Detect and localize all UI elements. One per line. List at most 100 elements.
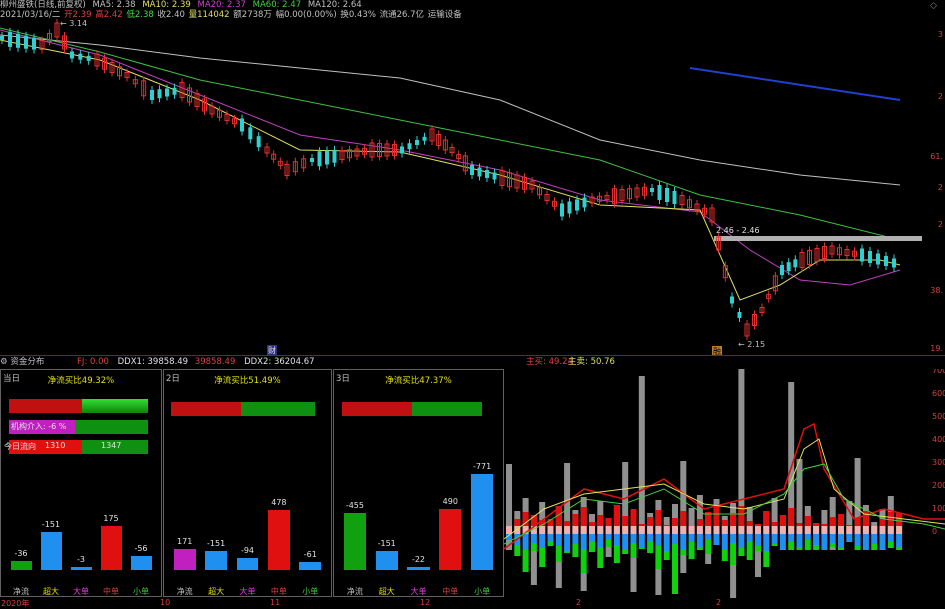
flow-axis-tick: 0 [932, 527, 937, 536]
flow-blue-bar [663, 534, 670, 551]
fund-category-label: 中单 [270, 587, 287, 596]
flow-pink-bar [580, 526, 587, 534]
flow-pink-bar [564, 526, 571, 534]
flow-green-bar [572, 544, 579, 557]
flow-blue-bar [647, 534, 654, 541]
flow-blue-bar [539, 534, 546, 548]
time-tick: 10 [160, 598, 171, 607]
candle-body [737, 312, 742, 318]
marker-cai: 财 [268, 345, 276, 355]
fund-bar [70, 567, 92, 570]
flow-pink-bar [589, 526, 595, 534]
flow-gray-down [680, 555, 687, 573]
candle-body [485, 170, 489, 178]
flow-axis-tick: 100 [932, 504, 945, 513]
fund-dist-title[interactable]: 资金分布 [10, 357, 44, 367]
flow-green-bar [705, 540, 712, 554]
flow-blue-bar [896, 534, 903, 547]
flow-blue-bar [779, 534, 786, 549]
time-tick: 2020年 [1, 599, 30, 608]
fund-category-label: 中单 [442, 587, 459, 596]
flow-pink-bar [779, 526, 786, 534]
fund-bar [173, 548, 196, 570]
ratio-green-bar [82, 399, 148, 413]
flow-green-bar [539, 548, 546, 567]
flow-pink-bar [547, 526, 554, 534]
flow-blue-bar [763, 534, 770, 551]
window-icon[interactable]: ◇ [930, 1, 942, 11]
candle-body [78, 53, 83, 60]
flow-blue-bar [680, 534, 687, 549]
flow-blue-bar [788, 534, 795, 542]
candle-body [672, 191, 677, 204]
flow-blue-bar [804, 534, 811, 540]
fund-bar [10, 561, 32, 570]
flow-blue-bar [796, 534, 803, 547]
flow-blue-bar [530, 534, 537, 543]
flow-gray-bar [638, 376, 645, 534]
flow-green-bar [613, 545, 620, 563]
candle-body [157, 89, 162, 99]
flow-blue-bar [730, 534, 737, 543]
flow-pink-bar [622, 526, 629, 534]
fund-category-label: 超大 [378, 587, 395, 596]
flow-pink-bar [746, 526, 753, 534]
flow-blue-bar [838, 534, 844, 548]
flow-pink-bar [506, 526, 512, 534]
flow-gray-down [755, 551, 761, 577]
jigou-green-bar [75, 420, 148, 434]
fund-bar-value: -151 [41, 520, 61, 530]
flow-blue-bar [696, 534, 703, 547]
jinri-out: 1347 [101, 441, 122, 450]
price-tick: 2 [937, 92, 943, 101]
fund-toolbar: ⚙ 资金分布 FJ: 0.00 DDX1: 39858.49 39858.49 … [0, 357, 945, 368]
fund-category-label: 净流 [176, 587, 193, 596]
fund-bar [470, 473, 494, 570]
panel-3day: 3日 净流买比47.37% -455 净流 -151 超大 -22 大单 490 中单 -771… [333, 369, 504, 597]
fund-category-label: 大单 [239, 587, 256, 596]
flow-green-bar [530, 543, 537, 551]
candle-body [415, 140, 419, 145]
fund-bar [100, 526, 122, 570]
range-bar [714, 236, 922, 241]
flow-pink-bar [738, 526, 745, 534]
flow-blue-bar [879, 534, 886, 549]
fund-category-label: 大单 [410, 587, 427, 596]
flow-green-bar [547, 541, 554, 546]
kline-chart[interactable]: ← 3.14← 2.152.46 - 2.46财融 [0, 0, 925, 356]
flow-pink-bar [647, 526, 654, 534]
fund-category-label: 小单 [474, 587, 491, 596]
candle-body [0, 36, 4, 40]
flow-blue-bar [746, 534, 753, 541]
flow-pink-bar [879, 526, 886, 534]
flow-pink-bar [755, 526, 761, 534]
zhumai-label: 主买: 49.24 [526, 357, 573, 367]
candle-body [793, 259, 798, 268]
flow-gray-down [630, 558, 637, 592]
time-tick: 11 [270, 598, 281, 607]
flow-pink-bar [613, 526, 620, 534]
ddx2-label: DDX2: 36204.67 [244, 357, 315, 367]
candle-body [575, 199, 579, 211]
flow-blue-bar [522, 534, 529, 550]
candle-body [860, 248, 864, 262]
flow-blue-bar [655, 534, 662, 546]
candle-body [256, 136, 261, 148]
jinri-label: 今日流向 [4, 442, 36, 451]
candle-body [172, 87, 177, 95]
flow-green-bar [555, 546, 562, 562]
candle-body [400, 146, 404, 154]
candle-body [876, 253, 880, 265]
flow-pink-bar [846, 526, 853, 534]
flow-blue-bar [887, 534, 894, 542]
candle-body [8, 31, 12, 47]
flow-pink-bar [862, 526, 869, 534]
candle-body [892, 258, 896, 268]
flow-green-bar [730, 543, 737, 565]
flow-pink-bar [763, 526, 770, 534]
fund-bar-value: -94 [240, 546, 255, 556]
fund-dist-icon[interactable]: ⚙ [0, 357, 10, 367]
fund-bar [130, 556, 152, 570]
price-tick: 2 [937, 183, 943, 192]
flow-green-bar [829, 543, 836, 547]
